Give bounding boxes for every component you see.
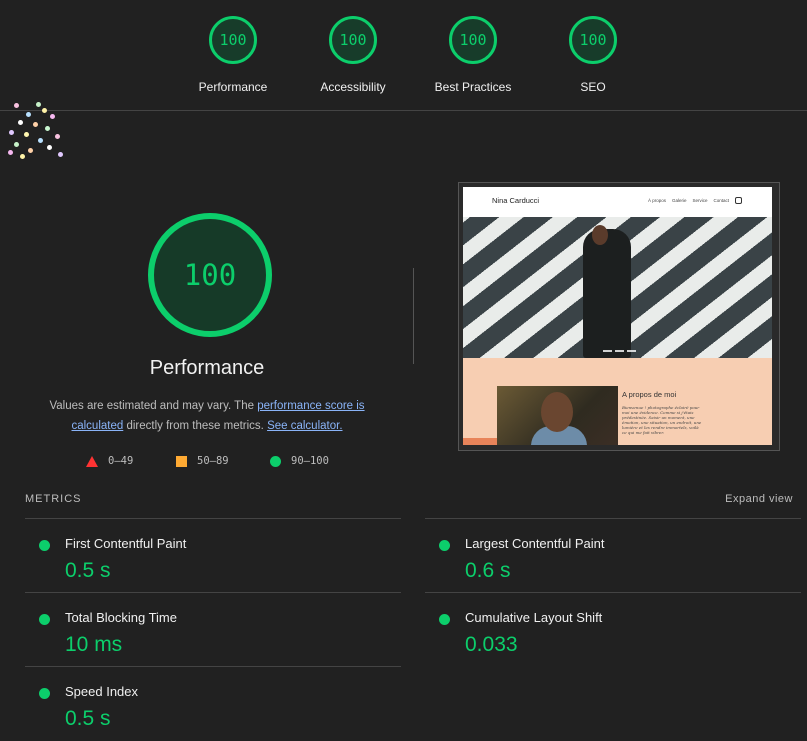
portrait-image — [497, 386, 618, 445]
confetti-dot — [14, 142, 19, 147]
metric-value: 0.5 s — [65, 559, 111, 582]
site-nav-item: Galerie — [671, 198, 687, 203]
category-best-practices[interactable]: 100 Best Practices — [413, 16, 533, 94]
legend-fail: 0–49 — [86, 455, 133, 467]
confetti-dot — [50, 114, 55, 119]
pass-circle-icon — [439, 540, 450, 551]
vertical-divider — [413, 268, 414, 364]
category-accessibility[interactable]: 100 Accessibility — [293, 16, 413, 94]
metric-name: Speed Index — [65, 684, 139, 699]
confetti-dot — [20, 154, 25, 159]
confetti-dot — [36, 102, 41, 107]
confetti-dot — [18, 120, 23, 125]
metric-speed-index: Speed Index 0.5 s — [25, 666, 401, 741]
confetti-dot — [9, 130, 14, 135]
legend-fail-label: 0–49 — [108, 455, 134, 467]
metric-value: 0.6 s — [465, 559, 511, 582]
expand-view-toggle[interactable]: Expand view — [725, 493, 793, 505]
portrait-face — [541, 392, 573, 432]
metric-name: Cumulative Layout Shift — [465, 610, 603, 625]
seo-label: SEO — [580, 80, 606, 94]
final-screenshot[interactable]: Nina Carducci À propos Galerie Service C… — [458, 182, 780, 451]
calculator-link[interactable]: See calculator. — [267, 420, 342, 432]
category-seo[interactable]: 100 SEO — [533, 16, 653, 94]
accessibility-score-gauge: 100 — [329, 16, 377, 64]
score-legend: 0–49 50–89 90–100 — [86, 455, 346, 469]
site-preview: Nina Carducci À propos Galerie Service C… — [463, 187, 772, 445]
main-performance-gauge: 100 — [148, 213, 272, 337]
desc-text: Values are estimated and may vary. The — [49, 400, 258, 412]
about-title: A propos de moi — [622, 390, 677, 399]
metrics-heading: METRICS — [25, 493, 82, 505]
legend-pass-label: 90–100 — [291, 455, 329, 467]
site-nav-item: Contact — [713, 198, 729, 203]
legend-average: 50–89 — [176, 455, 229, 467]
confetti-dot — [42, 108, 47, 113]
category-performance[interactable]: 100 Performance — [173, 16, 293, 94]
triangle-icon — [86, 455, 98, 467]
circle-icon — [270, 455, 281, 467]
desc-text: directly from these metrics. — [123, 420, 268, 432]
legend-pass: 90–100 — [270, 455, 329, 467]
confetti-dot — [33, 122, 38, 127]
metric-name: Total Blocking Time — [65, 610, 177, 625]
confetti-dot — [28, 148, 33, 153]
hero-image — [463, 217, 772, 358]
metric-total-blocking-time: Total Blocking Time 10 ms — [25, 592, 401, 667]
confetti-dot — [14, 103, 19, 108]
site-header: Nina Carducci À propos Galerie Service C… — [463, 187, 772, 217]
pass-circle-icon — [39, 540, 50, 551]
about-section: A propos de moi Bienvenue ! photographe … — [463, 358, 772, 445]
pass-circle-icon — [439, 614, 450, 625]
metric-value: 0.033 — [465, 633, 518, 656]
carousel-indicators — [603, 350, 636, 352]
performance-score-gauge: 100 — [209, 16, 257, 64]
main-gauge-title: Performance — [149, 357, 265, 379]
best-practices-label: Best Practices — [434, 80, 512, 94]
about-accent — [463, 438, 497, 445]
site-nav: À propos Galerie Service Contact — [648, 197, 742, 204]
pass-circle-icon — [39, 614, 50, 625]
confetti-dot — [55, 134, 60, 139]
confetti-dot — [45, 126, 50, 131]
confetti-dot — [24, 132, 29, 137]
score-description: Values are estimated and may vary. The p… — [28, 396, 386, 436]
performance-label: Performance — [198, 80, 268, 94]
site-name: Nina Carducci — [492, 196, 540, 205]
best-practices-score-gauge: 100 — [449, 16, 497, 64]
confetti-dot — [8, 150, 13, 155]
hero-person — [583, 229, 631, 358]
accessibility-label: Accessibility — [320, 80, 386, 94]
metric-largest-contentful-paint: Largest Contentful Paint 0.6 s — [425, 518, 801, 593]
site-nav-item: À propos — [647, 198, 666, 203]
confetti-dot — [26, 112, 31, 117]
metric-first-contentful-paint: First Contentful Paint 0.5 s — [25, 518, 401, 593]
metric-value: 10 ms — [65, 633, 123, 656]
about-text: Bienvenue ! photographe éclairé pour moi… — [622, 405, 702, 435]
instagram-icon — [735, 197, 742, 204]
site-nav-item: Service — [692, 198, 708, 203]
square-icon — [176, 455, 187, 467]
metric-cumulative-layout-shift: Cumulative Layout Shift 0.033 — [425, 592, 801, 667]
pass-circle-icon — [39, 688, 50, 699]
confetti-dot — [58, 152, 63, 157]
hero-person-head — [592, 225, 608, 245]
confetti-dot — [38, 138, 43, 143]
metric-name: Largest Contentful Paint — [465, 536, 605, 551]
legend-average-label: 50–89 — [197, 455, 229, 467]
metric-name: First Contentful Paint — [65, 536, 187, 551]
seo-score-gauge: 100 — [569, 16, 617, 64]
metric-value: 0.5 s — [65, 707, 111, 730]
confetti-dot — [47, 145, 52, 150]
category-scores: 100 Performance 100 Accessibility 100 Be… — [0, 0, 807, 111]
